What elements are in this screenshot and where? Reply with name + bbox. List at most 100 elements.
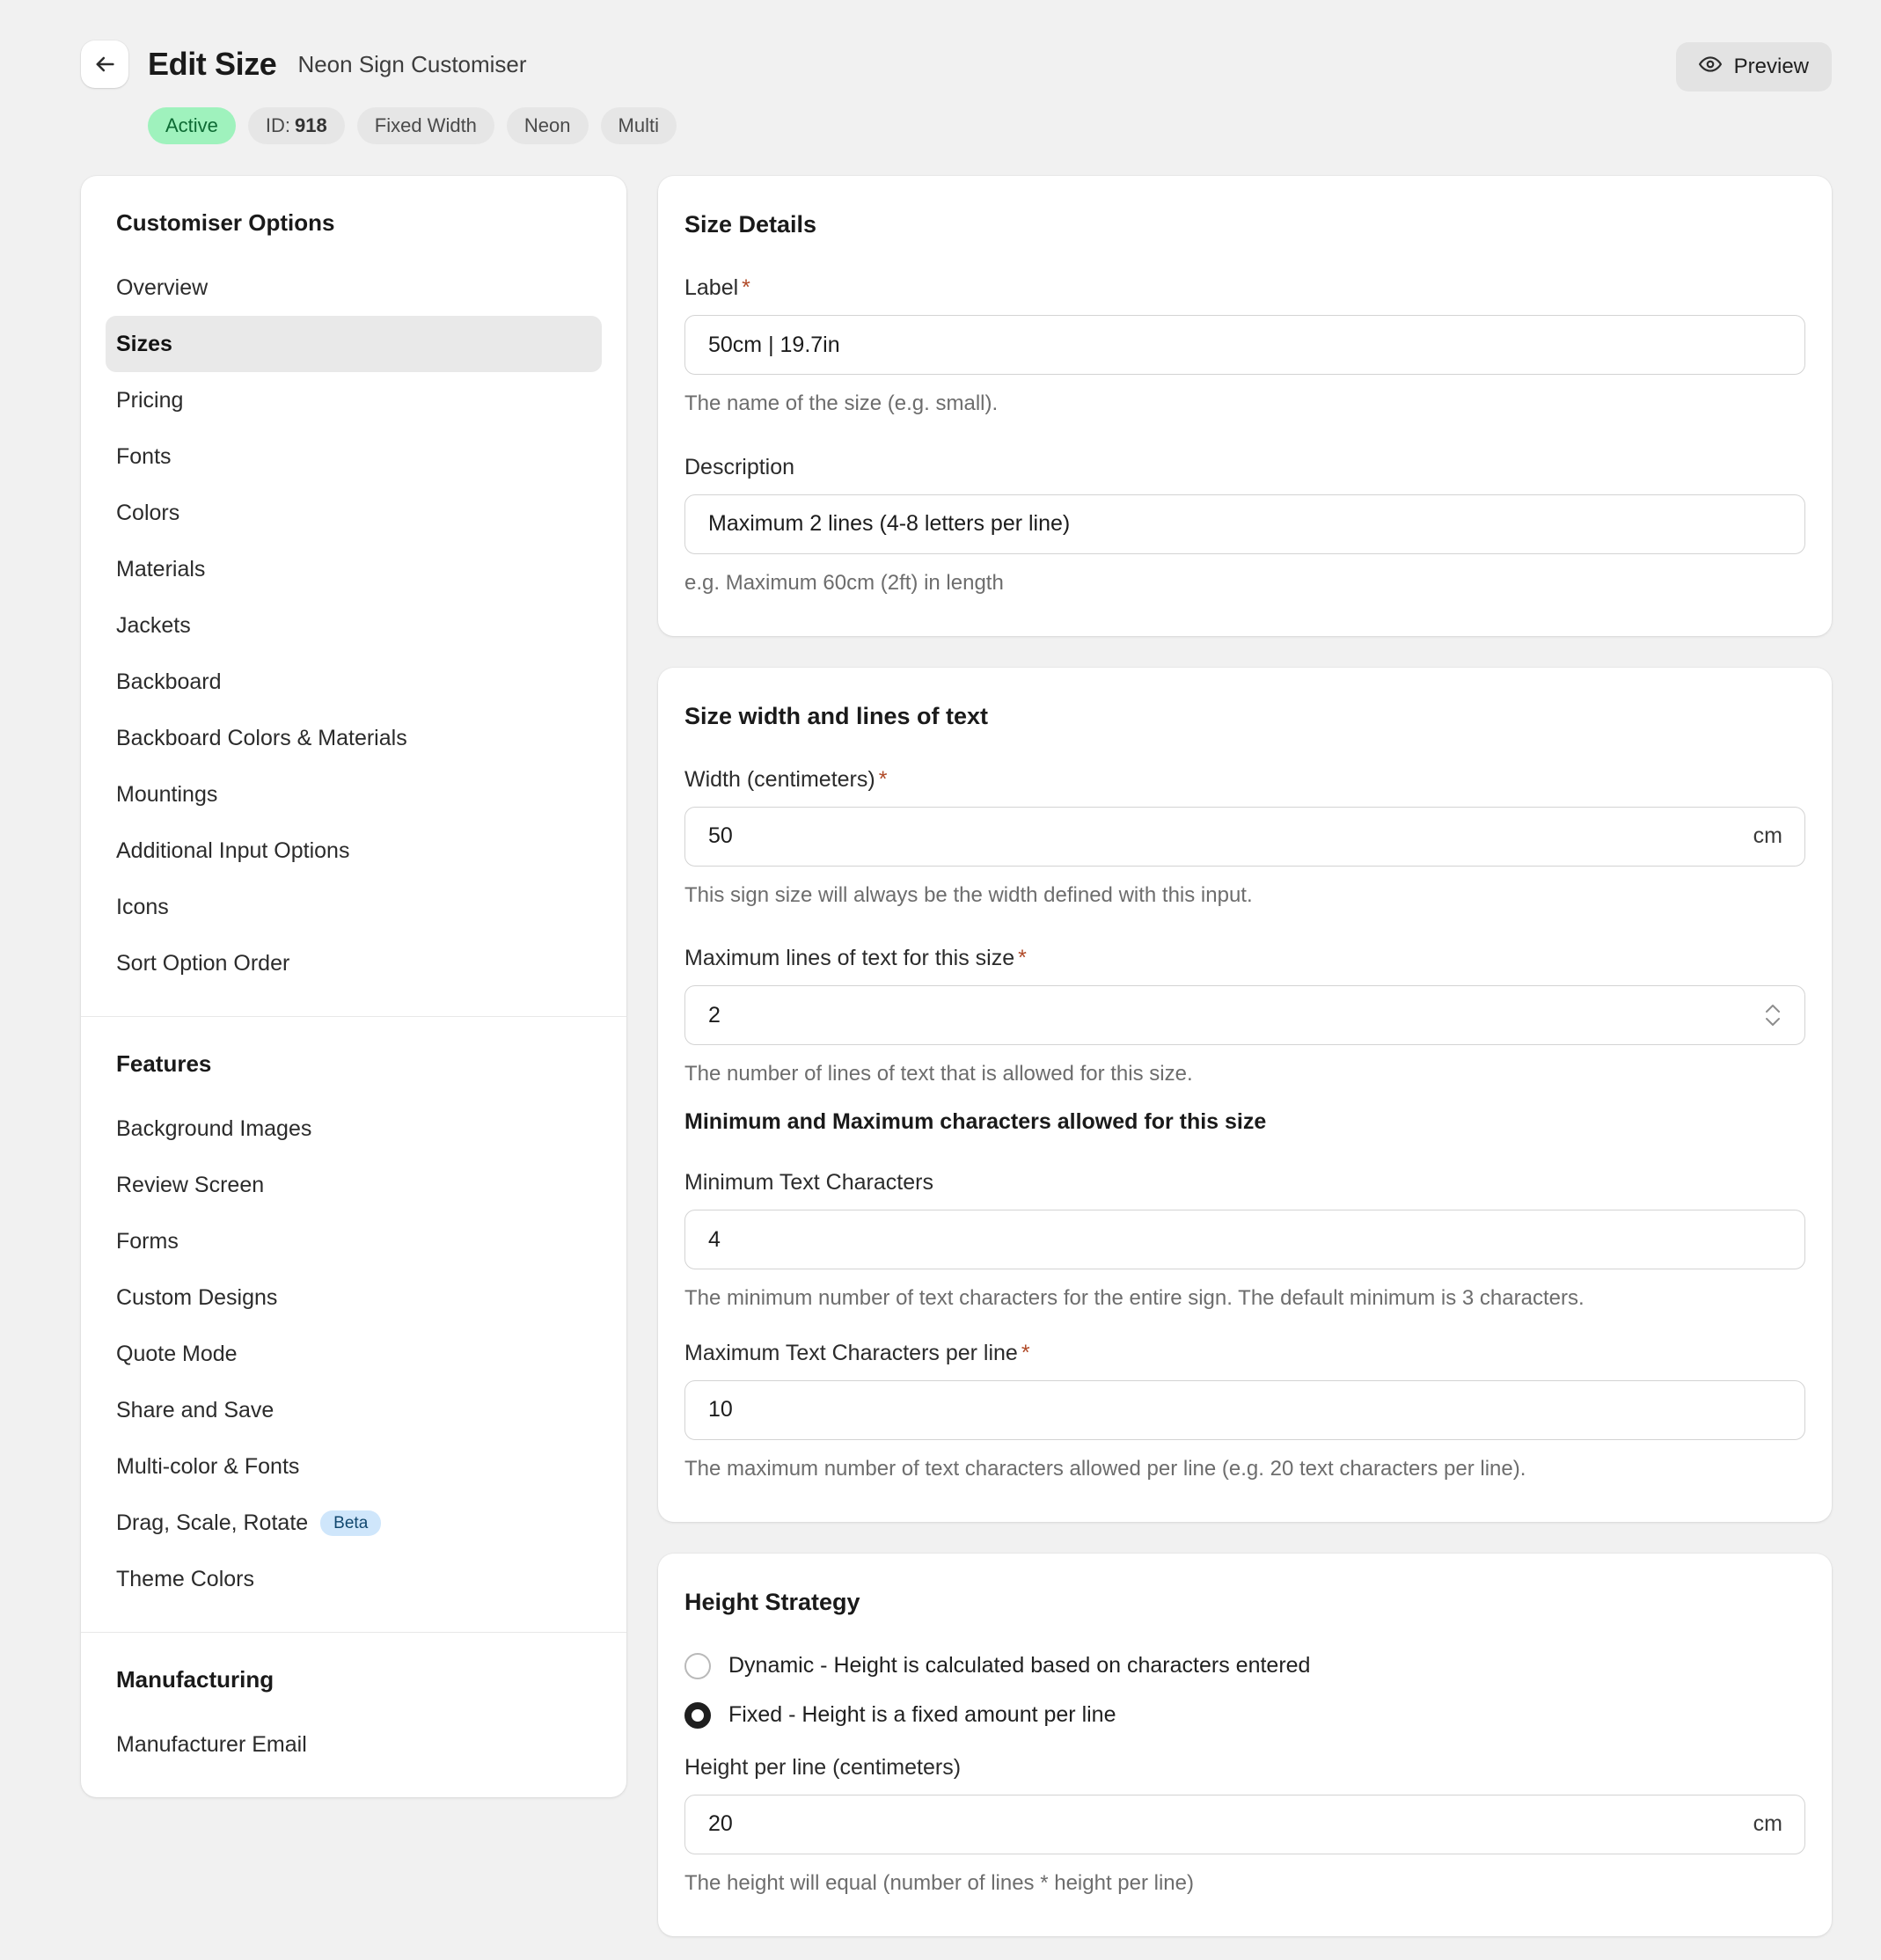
min-chars-field-label: Minimum Text Characters <box>684 1170 933 1196</box>
sidebar-heading-manufacturing: Manufacturing <box>116 1666 274 1693</box>
sidebar-item-sort-option-order[interactable]: Sort Option Order <box>106 935 602 991</box>
badge-row: Active ID: 918 Fixed Width Neon Multi <box>148 107 677 144</box>
min-chars-field-group: Minimum Text Characters The minimum numb… <box>684 1170 1805 1314</box>
sidebar-item-additional-input-options[interactable]: Additional Input Options <box>106 823 602 879</box>
page-subtitle: Neon Sign Customiser <box>297 51 527 77</box>
sidebar-item-custom-designs[interactable]: Custom Designs <box>106 1269 602 1326</box>
multi-badge: Multi <box>600 107 677 144</box>
width-field-group: Width (centimeters)* cm This sign size w… <box>684 767 1805 911</box>
number-stepper-icon[interactable] <box>1763 985 1782 1045</box>
sidebar-item-share-and-save[interactable]: Share and Save <box>106 1382 602 1438</box>
neon-badge: Neon <box>506 107 589 144</box>
status-badge: Active <box>148 107 236 144</box>
sidebar-item-forms[interactable]: Forms <box>106 1213 602 1269</box>
eye-icon <box>1698 53 1722 82</box>
sidebar-item-backboard-colors-materials[interactable]: Backboard Colors & Materials <box>106 710 602 766</box>
sidebar-item-theme-colors[interactable]: Theme Colors <box>106 1551 602 1607</box>
label-input-wrap <box>684 315 1805 375</box>
max-chars-field-help: The maximum number of text characters al… <box>684 1456 1526 1481</box>
fixed-width-badge: Fixed Width <box>356 107 494 144</box>
height-per-line-field-group: Height per line (centimeters) cm The hei… <box>684 1755 1805 1899</box>
max-chars-input[interactable] <box>684 1379 1805 1440</box>
sidebar-item-label: Materials <box>116 556 206 581</box>
sidebar-item-manufacturer-email[interactable]: Manufacturer Email <box>106 1716 602 1773</box>
max-lines-field-label: Maximum lines of text for this size * <box>684 946 1805 971</box>
sidebar-item-label: Overview <box>116 274 209 300</box>
height-per-line-input[interactable] <box>684 1794 1805 1854</box>
sidebar-item-label: Jackets <box>116 612 191 638</box>
sidebar-item-label: Forms <box>116 1228 179 1254</box>
sidebar-item-label: Quote Mode <box>116 1341 238 1366</box>
radio-checked-icon[interactable] <box>684 1701 711 1729</box>
sidebar-item-background-images[interactable]: Background Images <box>106 1101 602 1157</box>
id-badge: ID: 918 <box>247 107 345 144</box>
description-input-wrap <box>684 494 1805 554</box>
minmax-chars-heading: Minimum and Maximum characters allowed f… <box>684 1109 1267 1135</box>
description-input[interactable] <box>684 494 1805 554</box>
max-lines-field-label-text: Maximum lines of text for this size <box>684 946 1015 971</box>
sidebar-item-label: Backboard <box>116 669 222 694</box>
height-per-line-help: The height will equal (number of lines *… <box>684 1870 1194 1895</box>
sidebar-item-review-screen[interactable]: Review Screen <box>106 1157 602 1213</box>
sidebar-item-label: Mountings <box>116 781 218 807</box>
height-strategy-option-fixed[interactable]: Fixed - Height is a fixed amount per lin… <box>684 1701 1805 1729</box>
height-strategy-option-dynamic-label: Dynamic - Height is calculated based on … <box>728 1653 1311 1678</box>
id-badge-value: 918 <box>295 114 327 136</box>
sidebar-item-label: Icons <box>116 894 169 919</box>
sidebar-item-drag-scale-rotate[interactable]: Drag, Scale, Rotate Beta <box>106 1495 602 1551</box>
sidebar-item-fonts[interactable]: Fonts <box>106 428 602 485</box>
height-strategy-title: Height Strategy <box>684 1588 860 1615</box>
sidebar-item-icons[interactable]: Icons <box>106 879 602 935</box>
arrow-left-icon <box>92 52 117 77</box>
size-details-card: Size Details Label* The name of the size… <box>658 176 1832 636</box>
sidebar-item-multi-color-fonts[interactable]: Multi-color & Fonts <box>106 1438 602 1495</box>
sidebar-item-quote-mode[interactable]: Quote Mode <box>106 1326 602 1382</box>
radio-unchecked-icon[interactable] <box>684 1652 711 1679</box>
max-lines-field-help: The number of lines of text that is allo… <box>684 1062 1193 1086</box>
description-field-help: e.g. Maximum 60cm (2ft) in length <box>684 570 1004 595</box>
height-strategy-option-fixed-label: Fixed - Height is a fixed amount per lin… <box>728 1702 1116 1728</box>
max-chars-field-label: Maximum Text Characters per line * <box>684 1341 1805 1366</box>
sidebar-item-backboard[interactable]: Backboard <box>106 654 602 710</box>
size-width-card: Size width and lines of text Width (cent… <box>658 667 1832 1522</box>
height-strategy-card: Height Strategy Dynamic - Height is calc… <box>658 1553 1832 1936</box>
back-button[interactable] <box>81 40 128 88</box>
size-details-title: Size Details <box>684 211 817 238</box>
sidebar-item-pricing[interactable]: Pricing <box>106 372 602 428</box>
sidebar-item-overview[interactable]: Overview <box>106 260 602 316</box>
description-field-label: Description <box>684 454 795 479</box>
sidebar-item-label: Sizes <box>116 331 172 356</box>
max-lines-input[interactable] <box>684 985 1805 1046</box>
preview-button-label: Preview <box>1733 55 1809 78</box>
width-input[interactable] <box>684 806 1805 867</box>
width-field-help: This sign size will always be the width … <box>684 882 1253 907</box>
label-field-label: Label * <box>684 275 1805 301</box>
sidebar-item-materials[interactable]: Materials <box>106 541 602 597</box>
title-row: Edit Size Neon Sign Customiser <box>81 40 677 88</box>
width-field-label: Width (centimeters) * <box>684 767 1805 793</box>
description-field-group: Description e.g. Maximum 60cm (2ft) in l… <box>684 455 1805 599</box>
min-chars-input-wrap <box>684 1210 1805 1270</box>
sidebar-section-features: Features Background Images Review Screen… <box>81 1016 626 1632</box>
sidebar-section-customiser-options: Customiser Options Overview Sizes Pricin… <box>81 176 626 1016</box>
sidebar-item-label: Background Images <box>116 1115 312 1141</box>
sidebar-item-label: Theme Colors <box>116 1566 254 1591</box>
height-strategy-option-dynamic[interactable]: Dynamic - Height is calculated based on … <box>684 1652 1805 1679</box>
sidebar-item-label: Manufacturer Email <box>116 1731 307 1757</box>
preview-button[interactable]: Preview <box>1675 42 1832 91</box>
sidebar-item-jackets[interactable]: Jackets <box>106 597 602 654</box>
sidebar-item-label: Colors <box>116 500 180 525</box>
sidebar-item-sizes[interactable]: Sizes <box>106 316 602 372</box>
min-chars-input[interactable] <box>684 1210 1805 1270</box>
max-lines-input-wrap <box>684 985 1805 1046</box>
sidebar-item-label: Pricing <box>116 387 184 413</box>
label-input[interactable] <box>684 315 1805 375</box>
min-chars-field-help: The minimum number of text characters fo… <box>684 1286 1585 1311</box>
required-asterisk: * <box>742 275 750 300</box>
sidebar-item-colors[interactable]: Colors <box>106 485 602 541</box>
required-asterisk: * <box>878 766 888 792</box>
sidebar-item-mountings[interactable]: Mountings <box>106 766 602 823</box>
height-per-line-label: Height per line (centimeters) <box>684 1754 962 1780</box>
max-chars-field-group: Maximum Text Characters per line* The ma… <box>684 1341 1805 1485</box>
sidebar-item-label: Fonts <box>116 443 172 469</box>
